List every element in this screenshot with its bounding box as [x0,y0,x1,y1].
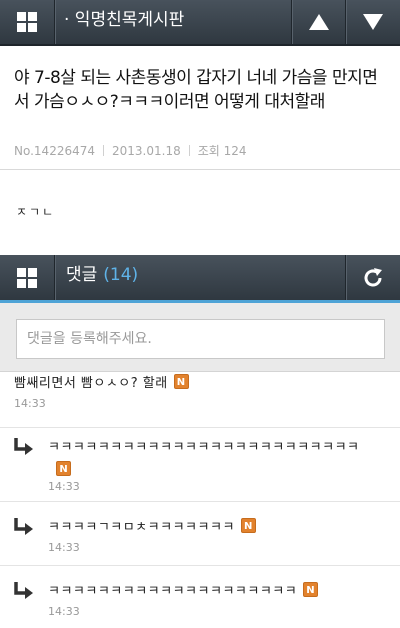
post-meta: No.14226474 2013.01.18 조회 124 [14,142,247,159]
comment-text: 빰쌔리면서 빰ㅇㅅㅇ? 할래 [14,376,168,391]
post-number: No.14226474 [14,143,95,158]
comment-text: ㅋㅋㅋㅋㅋㅋㅋㅋㅋㅋㅋㅋㅋㅋㅋㅋㅋㅋㅋㅋ [48,584,298,599]
comment-text: ㅋㅋㅋㅋㄱㅋㅁㅊㅋㅋㅋㅋㅋㅋㅋ [48,520,235,535]
new-badge: N [240,518,256,533]
refresh-icon [364,267,382,286]
comment-input-area [0,303,400,372]
comment-text: ㅋㅋㅋㅋㅋㅋㅋㅋㅋㅋㅋㅋㅋㅋㅋㅋㅋㅋㅋㅋㅋㅋㅋㅋㅋ [48,440,360,455]
comments-count: (14) [103,265,139,285]
new-badge: N [56,461,71,476]
comment-text-row: ㅋㅋㅋㅋㄱㅋㅁㅊㅋㅋㅋㅋㅋㅋㅋ N [48,516,386,535]
comments-title: 댓글 (14) [66,255,138,300]
grid-icon [17,12,37,32]
badge-row: N [48,457,386,476]
menu-button[interactable] [0,0,54,44]
new-badge: N [303,582,319,597]
triangle-up-icon [308,14,329,30]
top-bar: · 익명친목게시판 [0,0,400,46]
comment-time: 14:33 [14,397,46,410]
comments-label: 댓글 [66,265,98,285]
grid-icon [17,267,37,288]
board-title[interactable]: · 익명친목게시판 [64,0,184,44]
triangle-down-icon [363,14,383,30]
post-body: ㅈㄱㄴ [0,171,400,255]
comment-time: 14:33 [48,541,80,554]
comment-text-row: ㅋㅋㅋㅋㅋㅋㅋㅋㅋㅋㅋㅋㅋㅋㅋㅋㅋㅋㅋㅋ N [48,580,386,599]
reply-arrow-icon [14,518,33,535]
post-header: 야 7-8살 되는 사촌동생이 갑자기 너네 가슴을 만지면서 가슴ㅇㅅㅇ?ㅋㅋ… [0,46,400,170]
scroll-up-button[interactable] [292,0,345,44]
refresh-button[interactable] [346,255,400,300]
comment-item: 빰쌔리면서 빰ㅇㅅㅇ? 할래 N 14:33 [0,372,400,428]
post-content: ㅈㄱㄴ [16,205,56,219]
comment-time: 14:33 [48,605,80,618]
scroll-down-button[interactable] [346,0,400,44]
comment-text-row: ㅋㅋㅋㅋㅋㅋㅋㅋㅋㅋㅋㅋㅋㅋㅋㅋㅋㅋㅋㅋㅋㅋㅋㅋㅋ [48,436,386,455]
comment-time: 14:33 [48,480,80,493]
reply-item: ㅋㅋㅋㅋㅋㅋㅋㅋㅋㅋㅋㅋㅋㅋㅋㅋㅋㅋㅋㅋㅋㅋㅋㅋㅋ N 14:33 [0,428,400,502]
comments-menu-button[interactable] [0,255,54,300]
reply-arrow-icon [14,582,33,599]
reply-item: ㅋㅋㅋㅋㅋㅋㅋㅋㅋㅋㅋㅋㅋㅋㅋㅋㅋㅋㅋㅋ N 14:33 [0,566,400,628]
post-title: 야 7-8살 되는 사촌동생이 갑자기 너네 가슴을 만지면서 가슴ㅇㅅㅇ?ㅋㅋ… [14,68,378,112]
post-date: 2013.01.18 [112,143,181,158]
reply-arrow-icon [14,438,33,455]
reply-item: ㅋㅋㅋㅋㄱㅋㅁㅊㅋㅋㅋㅋㅋㅋㅋ N 14:33 [0,502,400,566]
comments-bar: 댓글 (14) [0,255,400,303]
new-badge: N [173,374,189,389]
comment-input[interactable] [16,319,385,359]
comment-text-row: 빰쌔리면서 빰ㅇㅅㅇ? 할래 N [14,372,386,391]
post-views: 조회 124 [197,144,247,158]
